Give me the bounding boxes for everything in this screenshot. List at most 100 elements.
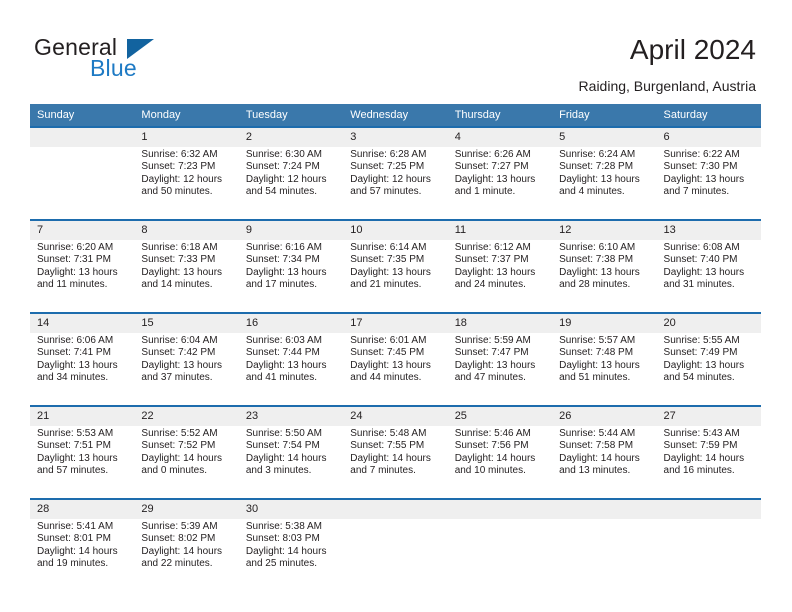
weekday-header-sunday: Sunday — [30, 104, 135, 126]
sunrise-text: Sunrise: 5:55 AM — [663, 335, 740, 346]
calendar-body: 1 2 3 4 5 6 Sunrise: 6:32 AM Sunset: 7:23 PM Day… — [30, 126, 761, 591]
day-number-cell[interactable]: 3 — [343, 128, 448, 147]
general-blue-logo[interactable]: General Blue — [34, 36, 214, 88]
weekday-header-monday: Monday — [134, 104, 239, 126]
day-detail-cell[interactable]: Sunrise: 6:04 AM Sunset: 7:42 PM Daylight:… — [134, 333, 239, 405]
sunset-text: Sunset: 7:59 PM — [663, 440, 738, 452]
day-number-cell[interactable]: 7 — [30, 221, 135, 240]
day-number-cell[interactable]: 16 — [238, 314, 344, 333]
day-detail-cell[interactable]: Sunrise: 5:38 AM Sunset: 8:03 PM Daylight:… — [238, 519, 344, 591]
daylight-text: Daylight: 13 hours and 54 minutes. — [663, 359, 745, 384]
sunset-text: Sunset: 7:49 PM — [663, 347, 738, 359]
sunset-text: Sunset: 7:41 PM — [37, 347, 111, 359]
day-detail-cell[interactable]: Sunrise: 6:22 AM Sunset: 7:30 PM Daylight:… — [656, 147, 761, 219]
day-number-cell[interactable]: 9 — [238, 221, 344, 240]
day-detail-cell[interactable]: Sunrise: 6:28 AM Sunset: 7:25 PM Daylight:… — [343, 147, 448, 219]
day-detail-cell[interactable]: Sunrise: 6:10 AM Sunset: 7:38 PM Daylight:… — [552, 240, 657, 312]
day-detail-cell[interactable]: Sunrise: 5:59 AM Sunset: 7:47 PM Daylight:… — [447, 333, 553, 405]
day-detail-cell[interactable]: Sunrise: 6:26 AM Sunset: 7:27 PM Daylight:… — [447, 147, 553, 219]
sunset-text: Sunset: 7:23 PM — [141, 161, 216, 173]
daylight-text: Daylight: 13 hours and 57 minutes. — [37, 452, 118, 477]
day-detail-cell — [30, 147, 135, 219]
day-detail-cell[interactable]: Sunrise: 6:18 AM Sunset: 7:33 PM Daylight:… — [134, 240, 239, 312]
day-number-cell[interactable]: 28 — [30, 500, 135, 519]
day-number-cell[interactable]: 15 — [134, 314, 239, 333]
sunset-text: Sunset: 7:35 PM — [350, 254, 425, 266]
day-number-cell[interactable]: 29 — [134, 500, 239, 519]
day-number-cell[interactable]: 6 — [656, 128, 761, 147]
day-detail-cell[interactable]: Sunrise: 6:24 AM Sunset: 7:28 PM Daylight:… — [552, 147, 657, 219]
day-number-cell[interactable]: 2 — [238, 128, 344, 147]
sunrise-text: Sunrise: 5:57 AM — [559, 335, 636, 346]
day-number-row: 28 29 30 — [30, 500, 761, 519]
sunrise-text: Sunrise: 5:41 AM — [37, 521, 114, 532]
day-number-cell[interactable]: 22 — [134, 407, 239, 426]
day-number-cell[interactable]: 17 — [343, 314, 448, 333]
day-number-cell[interactable]: 13 — [656, 221, 761, 240]
day-number-cell[interactable]: 27 — [656, 407, 761, 426]
sunset-text: Sunset: 7:52 PM — [141, 440, 216, 452]
sunrise-text: Sunrise: 5:59 AM — [454, 335, 531, 346]
daylight-text: Daylight: 13 hours and 24 minutes. — [454, 266, 536, 291]
day-detail-cell[interactable]: Sunrise: 5:44 AM Sunset: 7:58 PM Daylight:… — [552, 426, 657, 498]
day-number-cell[interactable]: 21 — [30, 407, 135, 426]
daylight-text: Daylight: 12 hours and 50 minutes. — [141, 173, 223, 198]
sunrise-text: Sunrise: 6:08 AM — [663, 242, 740, 253]
day-number-cell[interactable]: 14 — [30, 314, 135, 333]
sunset-text: Sunset: 7:38 PM — [559, 254, 634, 266]
day-number-cell[interactable]: 5 — [552, 128, 657, 147]
day-detail-cell[interactable]: Sunrise: 6:16 AM Sunset: 7:34 PM Daylight:… — [238, 240, 344, 312]
page-title: April 2024 — [629, 34, 756, 65]
day-number-cell[interactable]: 11 — [447, 221, 553, 240]
daylight-text: Daylight: 13 hours and 37 minutes. — [141, 359, 223, 384]
day-detail-cell[interactable]: Sunrise: 5:43 AM Sunset: 7:59 PM Daylight:… — [656, 426, 761, 498]
sunset-text: Sunset: 7:48 PM — [559, 347, 634, 359]
day-detail-cell[interactable]: Sunrise: 5:41 AM Sunset: 8:01 PM Daylight:… — [30, 519, 135, 591]
day-number-cell[interactable]: 23 — [238, 407, 344, 426]
sunrise-text: Sunrise: 6:32 AM — [141, 149, 218, 160]
day-detail-cell[interactable]: Sunrise: 6:06 AM Sunset: 7:41 PM Daylight:… — [30, 333, 135, 405]
sunrise-text: Sunrise: 5:52 AM — [141, 428, 218, 439]
day-detail-cell[interactable]: Sunrise: 6:08 AM Sunset: 7:40 PM Daylight:… — [656, 240, 761, 312]
day-number-cell[interactable]: 26 — [552, 407, 657, 426]
daylight-text: Daylight: 14 hours and 10 minutes. — [454, 452, 536, 477]
day-detail-cell[interactable]: Sunrise: 5:52 AM Sunset: 7:52 PM Daylight:… — [134, 426, 239, 498]
sunset-text: Sunset: 8:03 PM — [245, 533, 320, 545]
day-detail-cell[interactable]: Sunrise: 5:50 AM Sunset: 7:54 PM Daylight:… — [238, 426, 344, 498]
day-detail-cell[interactable]: Sunrise: 5:39 AM Sunset: 8:02 PM Daylight:… — [134, 519, 239, 591]
sunset-text: Sunset: 7:34 PM — [245, 254, 320, 266]
day-detail-cell[interactable]: Sunrise: 6:12 AM Sunset: 7:37 PM Daylight:… — [447, 240, 553, 312]
daylight-text: Daylight: 13 hours and 28 minutes. — [559, 266, 640, 291]
day-number-cell[interactable]: 8 — [134, 221, 239, 240]
daylight-text: Daylight: 13 hours and 41 minutes. — [245, 359, 327, 384]
day-number-cell[interactable]: 19 — [552, 314, 657, 333]
day-number-row: 21 22 23 24 25 26 27 — [30, 407, 761, 426]
day-detail-cell[interactable]: Sunrise: 5:48 AM Sunset: 7:55 PM Daylight:… — [343, 426, 448, 498]
daylight-text: Daylight: 13 hours and 47 minutes. — [454, 359, 536, 384]
day-detail-cell[interactable]: Sunrise: 6:14 AM Sunset: 7:35 PM Daylight:… — [343, 240, 448, 312]
day-detail-cell — [552, 519, 657, 591]
day-number-cell[interactable]: 25 — [447, 407, 553, 426]
day-detail-cell[interactable]: Sunrise: 5:53 AM Sunset: 7:51 PM Daylight:… — [30, 426, 135, 498]
day-detail-cell[interactable]: Sunrise: 6:03 AM Sunset: 7:44 PM Daylight:… — [238, 333, 344, 405]
daylight-text: Daylight: 13 hours and 7 minutes. — [663, 173, 745, 198]
day-detail-cell[interactable]: Sunrise: 5:55 AM Sunset: 7:49 PM Daylight:… — [656, 333, 761, 405]
day-detail-cell — [447, 519, 553, 591]
day-number-cell[interactable]: 24 — [343, 407, 448, 426]
day-number-cell[interactable]: 10 — [343, 221, 448, 240]
weekday-header-saturday: Saturday — [656, 104, 761, 126]
day-number-cell[interactable]: 4 — [447, 128, 553, 147]
day-detail-cell[interactable]: Sunrise: 5:57 AM Sunset: 7:48 PM Daylight:… — [552, 333, 657, 405]
day-detail-cell[interactable]: Sunrise: 6:20 AM Sunset: 7:31 PM Daylight:… — [30, 240, 135, 312]
day-number-cell[interactable]: 12 — [552, 221, 657, 240]
day-number-cell[interactable]: 20 — [656, 314, 761, 333]
day-detail-cell[interactable]: Sunrise: 5:46 AM Sunset: 7:56 PM Daylight:… — [447, 426, 553, 498]
day-number-cell[interactable]: 30 — [238, 500, 344, 519]
day-number-cell[interactable]: 1 — [134, 128, 239, 147]
day-detail-cell[interactable]: Sunrise: 6:01 AM Sunset: 7:45 PM Daylight:… — [343, 333, 448, 405]
day-detail-cell[interactable]: Sunrise: 6:32 AM Sunset: 7:23 PM Daylight:… — [134, 147, 239, 219]
sunrise-text: Sunrise: 6:18 AM — [141, 242, 218, 253]
day-number-cell[interactable]: 18 — [447, 314, 553, 333]
day-detail-cell[interactable]: Sunrise: 6:30 AM Sunset: 7:24 PM Daylight:… — [238, 147, 344, 219]
day-detail-row: Sunrise: 6:32 AM Sunset: 7:23 PM Daylight:… — [30, 147, 761, 219]
